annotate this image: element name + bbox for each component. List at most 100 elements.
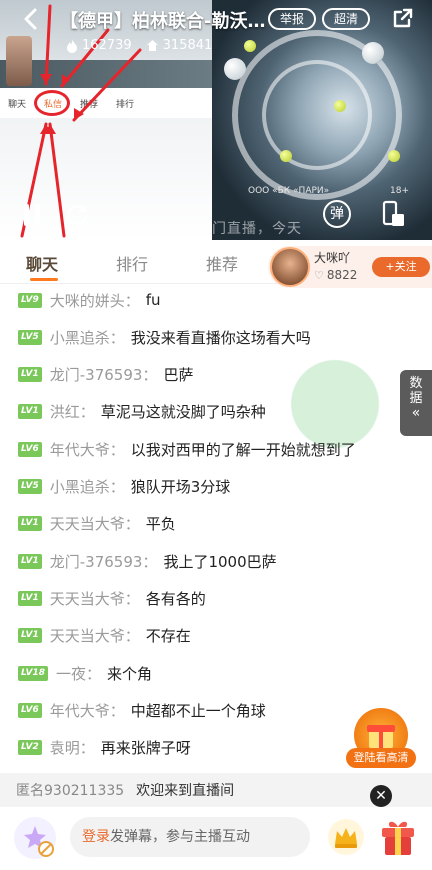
- page-title: 【德甲】柏林联合-勒沃…: [60, 11, 266, 32]
- video-caption: 门直播，今天: [212, 221, 302, 237]
- chat-username[interactable]: 年代大爷: [50, 700, 110, 721]
- chat-colon: ：: [109, 478, 125, 496]
- chat-message[interactable]: LV1 龙门-376593： 我上了1000巴萨: [18, 550, 277, 572]
- chat-message[interactable]: LV1 洪红： 草泥马这就没脚了吗杂种: [18, 401, 266, 423]
- chat-message[interactable]: LV6 年代大爷： 以我对西甲的了解一开始就想到了: [18, 438, 356, 460]
- chat-username[interactable]: 龙门-376593: [50, 364, 143, 385]
- chat-message[interactable]: LV5 小黑追杀： 狼队开场3分球: [18, 476, 230, 498]
- chat-message[interactable]: LV5 小黑追杀： 我没来看直播你这场看大吗: [18, 326, 311, 348]
- chat-text: 来个角: [107, 664, 153, 683]
- chat-text: 中超都不止一个角球: [130, 701, 266, 720]
- tennis-ball-graphic: [388, 150, 400, 162]
- football-graphic: [362, 42, 384, 64]
- chat-text: 不存在: [145, 627, 191, 646]
- danmaku-input[interactable]: 登录发弹幕，参与主播互动: [70, 817, 310, 857]
- video-age-rating: 18+: [390, 186, 409, 196]
- chat-colon: ：: [79, 403, 95, 422]
- chat-username[interactable]: 洪红: [50, 401, 80, 422]
- chat-message[interactable]: LV2 袁明： 再来张牌子呀: [18, 737, 191, 759]
- streamer-card[interactable]: 大咪吖 ♡ 8822 +关注: [268, 246, 432, 288]
- level-badge: LV2: [18, 740, 42, 756]
- share-icon[interactable]: [392, 7, 414, 29]
- chat-colon: ：: [124, 627, 140, 646]
- danmaku-off-icon[interactable]: [14, 817, 56, 859]
- level-badge: LV5: [18, 329, 42, 345]
- decor-ring: [262, 60, 372, 170]
- chat-username[interactable]: 大咪的姘头: [50, 290, 125, 311]
- chat-message[interactable]: LV1 天天当大爷： 平负: [18, 513, 176, 535]
- login-link[interactable]: 登录: [82, 829, 110, 845]
- player-top-bar: 【德甲】柏林联合-勒沃… 举报 超清: [0, 0, 432, 36]
- chat-colon: ：: [142, 552, 158, 571]
- level-badge: LV1: [18, 516, 42, 532]
- welcome-user: 匿名930211335: [16, 783, 125, 799]
- level-badge: LV1: [18, 367, 42, 383]
- refresh-icon[interactable]: [64, 202, 90, 228]
- chat-text: 平负: [145, 515, 176, 534]
- chat-message[interactable]: LV1 天天当大爷： 各有各的: [18, 587, 206, 609]
- flame-icon: [67, 38, 77, 53]
- chat-text: 再来张牌子呀: [100, 739, 191, 758]
- tennis-ball-graphic: [280, 150, 292, 162]
- welcome-bar: 匿名930211335 欢迎来到直播间: [0, 773, 432, 807]
- danmaku-input-prompt: 发弹幕，参与主播互动: [110, 829, 250, 845]
- heart-icon: ♡: [314, 268, 324, 282]
- chat-username[interactable]: 小黑追杀: [50, 476, 110, 497]
- rotate-screen-icon[interactable]: [382, 200, 406, 228]
- chat-username[interactable]: 天天当大爷: [50, 513, 125, 534]
- home-icon: [146, 40, 158, 51]
- chat-colon: ：: [142, 366, 158, 385]
- chat-message[interactable]: LV9 大咪的姘头： fu: [18, 289, 161, 311]
- level-badge: LV5: [18, 479, 42, 494]
- data-panel-tab[interactable]: 数据 «: [400, 370, 432, 436]
- anchor-thumbnail: [6, 36, 32, 86]
- back-arrow-icon[interactable]: [20, 8, 42, 30]
- video-sponsor-text: ООО «БК «ПАРИ»: [248, 186, 330, 196]
- chat-username[interactable]: 一夜: [56, 663, 86, 684]
- gift-icon[interactable]: [378, 815, 418, 859]
- chat-message[interactable]: LV6 年代大爷： 中超都不止一个角球: [18, 699, 266, 721]
- streamer-name: 大咪吖: [314, 251, 351, 265]
- chat-username[interactable]: 年代大爷: [50, 439, 110, 460]
- chat-text: 以我对西甲的了解一开始就想到了: [130, 440, 356, 459]
- chat-colon: ：: [86, 664, 102, 683]
- football-graphic: [224, 58, 246, 80]
- chat-username[interactable]: 天天当大爷: [50, 625, 125, 646]
- bottom-bar: 登录发弹幕，参与主播互动: [0, 807, 432, 870]
- tab-chat[interactable]: 聊天: [26, 251, 58, 275]
- chat-message[interactable]: LV1 天天当大爷： 不存在: [18, 625, 191, 647]
- level-badge: LV1: [18, 628, 42, 644]
- chat-colon: ：: [124, 515, 140, 534]
- level-badge: LV18: [18, 665, 48, 681]
- chat-text: 巴萨: [163, 366, 194, 385]
- chat-username[interactable]: 小黑追杀: [50, 327, 110, 348]
- follow-button[interactable]: +关注: [372, 257, 430, 277]
- tab-ranking[interactable]: 排行: [116, 251, 148, 275]
- tab-recommend[interactable]: 推荐: [206, 251, 238, 275]
- chat-list[interactable]: LV9 大咪的姘头： fu LV5 小黑追杀：我没来看直播你这场看大吗 LV1 龙门-376…: [0, 284, 432, 770]
- chat-text: fu: [145, 291, 161, 309]
- chat-username[interactable]: 袁明: [50, 737, 80, 758]
- danmaku-toggle-button[interactable]: 弹: [323, 200, 351, 228]
- pause-icon[interactable]: [22, 204, 42, 226]
- report-button[interactable]: 举报: [268, 8, 316, 30]
- chat-text: 狼队开场3分球: [130, 478, 231, 496]
- popularity-count: 162739: [82, 38, 132, 53]
- chat-message[interactable]: LV18 一夜： 来个角: [18, 662, 152, 684]
- avatar[interactable]: [270, 247, 310, 287]
- chat-text: 各有各的: [145, 589, 206, 608]
- chat-username[interactable]: 龙门-376593: [50, 551, 143, 572]
- quality-button[interactable]: 超清: [322, 8, 370, 30]
- gift-promo-button[interactable]: 登陆看高清: [346, 708, 416, 768]
- chevron-left-icon: «: [411, 405, 421, 421]
- crown-icon[interactable]: [326, 817, 366, 857]
- chat-text: 我没来看直播你这场看大吗: [130, 328, 311, 347]
- chat-username[interactable]: 天天当大爷: [50, 588, 125, 609]
- tennis-ball-graphic: [334, 100, 346, 112]
- followers-stat: 315841: [146, 38, 212, 53]
- stream-stats: 162739 315841: [66, 38, 212, 53]
- chat-colon: ：: [109, 440, 125, 459]
- level-badge: LV9: [18, 292, 42, 308]
- chat-message[interactable]: LV1 龙门-376593： 巴萨: [18, 364, 193, 386]
- close-icon[interactable]: ✕: [370, 785, 392, 807]
